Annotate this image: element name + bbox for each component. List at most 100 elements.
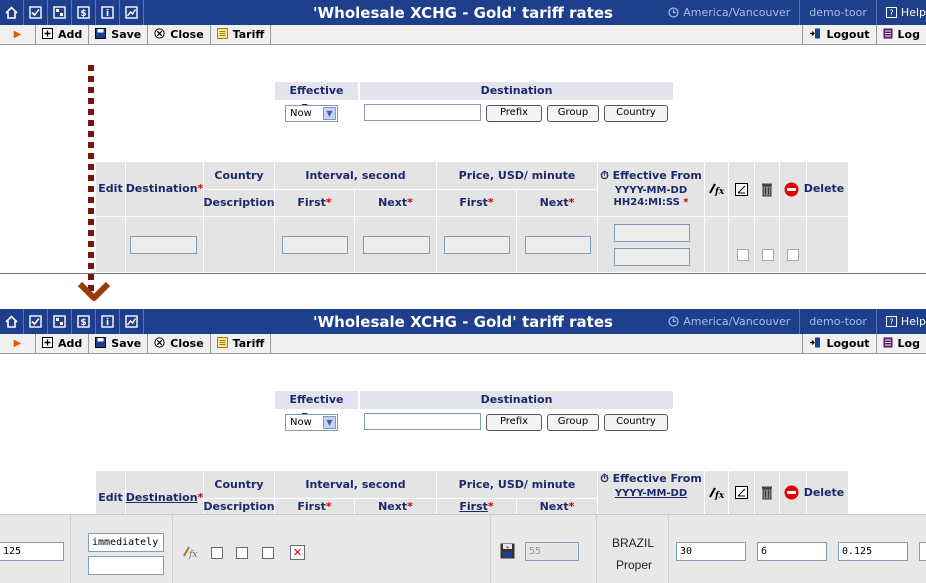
svg-text:+: + [505,545,509,551]
logout-button[interactable]: Logout [802,334,875,353]
logout-icon [809,337,821,351]
save-button[interactable]: Save [89,25,149,44]
interval-first-field[interactable]: 30 [676,542,746,561]
logout-label: Logout [826,28,870,41]
destination-input[interactable] [364,104,481,121]
save-label: Save [111,28,142,41]
effective-from-col-header: ⏱ Effective From YYYY-MM-DD HH24:MI:SS * [598,162,704,216]
delete-label: Delete [803,182,845,195]
date-format-label: YYYY-MM-DD [614,488,688,499]
country-button[interactable]: Country [604,105,668,122]
tariff-label: Tariff [232,337,265,350]
price-next-field[interactable] [919,542,926,561]
effective-from-select[interactable]: Now ▼ [285,414,338,431]
prefix-field[interactable]: 55 [525,542,579,561]
connector-dot [88,252,94,258]
effective-from-select[interactable]: Now ▼ [285,105,338,122]
destination-col-header[interactable]: Destination * [126,162,204,216]
save-icon[interactable]: + [500,543,515,562]
log-button[interactable]: Log [875,334,926,353]
interval-next-field[interactable]: 6 [757,542,827,561]
log-icon [883,337,893,351]
trash-icon[interactable] [755,162,779,216]
effective-from-col-title: ⏱ Effective From [600,168,702,182]
delete-checkbox[interactable] [262,547,274,559]
required-mark: * [683,196,689,208]
price-next-header: Next * [517,501,597,514]
timezone-link[interactable]: America/Vancouver [659,0,799,25]
user-link[interactable]: demo-toor [799,0,876,25]
interval-next-field[interactable] [363,236,430,254]
destination-field[interactable] [130,236,197,254]
connector-dot [88,109,94,115]
effective-time-field[interactable] [614,248,690,266]
price-first-field[interactable]: 125 [0,542,64,561]
save-button[interactable]: Save [89,334,149,353]
menu-arrow-icon[interactable]: ▶ [0,334,36,353]
help-link[interactable]: ? Help [875,0,926,25]
prefix-button[interactable]: Prefix [486,414,542,431]
add-button[interactable]: Add [36,334,90,353]
delete-checkbox[interactable] [787,249,799,261]
close-icon [154,27,165,42]
close-button[interactable]: Close [148,334,211,353]
effective-date-field[interactable]: immediately [88,533,164,552]
effective-time-field[interactable] [88,556,164,575]
formula-icon[interactable]: fx [705,162,728,216]
connector-dot [88,153,94,159]
help-link[interactable]: ? Help [875,309,926,334]
delete-icon[interactable] [784,182,799,197]
destination-input[interactable] [364,413,481,430]
log-button[interactable]: Log [875,25,926,44]
required-mark: * [407,196,413,209]
edit-icon[interactable] [729,471,754,514]
clock-icon [668,7,679,18]
delete-header: Delete [780,162,848,216]
description-header: Description [203,196,275,209]
price-first-field[interactable] [444,236,510,254]
logout-button[interactable]: Logout [802,25,875,44]
edit-checkbox[interactable] [737,249,749,261]
add-button[interactable]: Add [36,25,90,44]
interval-first-field[interactable] [282,236,348,254]
connector-dot [88,76,94,82]
price-next-field[interactable] [525,236,591,254]
help-icon: ? [885,7,897,18]
connector-dot [88,164,94,170]
formula-icon[interactable]: fx [183,545,199,562]
interval-first-label: First [297,196,326,209]
tariff-button[interactable]: Tariff [211,25,272,44]
connector-dot [88,142,94,148]
menu-arrow-icon[interactable]: ▶ [0,25,36,44]
svg-text:fx: fx [714,491,725,500]
effective-from-col-header: ⏱ Effective From YYYY-MM-DD [598,473,704,514]
trash-checkbox[interactable] [762,249,774,261]
formula-icon[interactable]: fx [705,471,728,514]
group-button[interactable]: Group [547,105,599,122]
country-button[interactable]: Country [604,414,668,431]
svg-text:?: ? [889,318,893,327]
svg-text:fx: fx [714,187,725,196]
delete-icon[interactable] [784,485,799,500]
country-value: BRAZIL [612,536,655,550]
user-link[interactable]: demo-toor [799,309,876,334]
logout-label: Logout [826,337,870,350]
tariff-button[interactable]: Tariff [211,334,272,353]
edit-icon[interactable] [729,162,754,216]
effective-date-field[interactable] [614,224,690,242]
rates-grid: Edit Destination * Country Description In… [96,162,848,272]
edit-checkbox[interactable] [211,547,223,559]
trash-checkbox[interactable] [236,547,248,559]
connector-dot [88,219,94,225]
timezone-link[interactable]: America/Vancouver [659,309,799,334]
close-button[interactable]: Close [148,25,211,44]
required-mark: * [568,500,575,513]
cancel-icon[interactable]: ✕ [290,545,305,560]
group-button[interactable]: Group [547,414,599,431]
price-first-field-2[interactable]: 0.125 [838,542,908,561]
timezone-label: America/Vancouver [683,6,791,19]
trash-icon[interactable] [755,471,779,514]
tariff-label: Tariff [232,28,265,41]
prefix-button[interactable]: Prefix [486,105,542,122]
required-mark: * [407,500,413,513]
